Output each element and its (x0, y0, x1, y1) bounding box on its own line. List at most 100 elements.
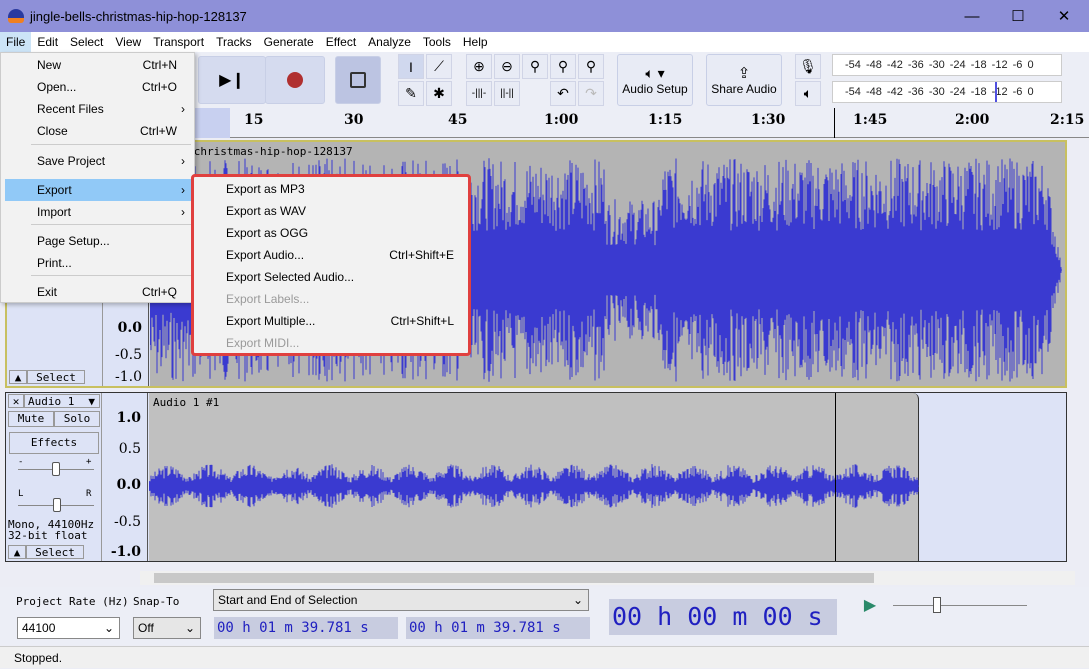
select-button[interactable]: Select (27, 370, 85, 384)
selection-mode-select[interactable]: Start and End of Selection ⌄ (213, 589, 589, 611)
project-rate-select[interactable]: 44100 ⌄ (17, 617, 120, 639)
scale-label: 1.0 (116, 410, 141, 426)
select-button[interactable]: Select (26, 545, 84, 559)
gain-slider-thumb[interactable] (52, 462, 60, 476)
fit-selection-button[interactable]: ⚲ (522, 54, 548, 79)
selection-start-time[interactable]: 00 h 01 m 39.781 s (214, 617, 398, 639)
solo-button[interactable]: Solo (54, 411, 100, 427)
menu-analyze[interactable]: Analyze (362, 32, 417, 52)
draw-tool-button[interactable]: ✎ (398, 81, 424, 106)
waveform-clip[interactable]: Audio 1 #1 (149, 393, 919, 561)
record-button[interactable] (265, 56, 325, 104)
playback-meter[interactable]: -54 -48 -42 -36 -30 -24 -18 -12 -6 0 (832, 81, 1062, 103)
audio-setup-label: Audio Setup (622, 81, 688, 96)
export-menu-item-export-as-wav[interactable]: Export as WAV (194, 200, 468, 222)
close-track-button[interactable]: ✕ (8, 394, 24, 408)
menu-item-label: New (37, 58, 62, 72)
play-at-speed-button[interactable]: ▶ (858, 593, 882, 617)
record-meter-button[interactable]: 🎙︎ (795, 54, 821, 79)
menu-item-label: Export Selected Audio... (226, 270, 355, 284)
maximize-button[interactable]: ☐ (995, 0, 1041, 32)
selection-end-time[interactable]: 00 h 01 m 39.781 s (406, 617, 590, 639)
record-icon (287, 72, 303, 88)
trim-button[interactable]: -|||- (466, 81, 492, 106)
ruler-tick-label: 1:15 (648, 112, 683, 128)
file-menu-item-open[interactable]: Open... Ctrl+O (5, 76, 191, 98)
scale-label: 0.5 (118, 441, 141, 457)
scrollbar-thumb[interactable] (154, 573, 874, 583)
menu-item-label: Export Labels... (226, 292, 310, 306)
file-menu-item-save-project[interactable]: Save Project › (5, 150, 191, 172)
file-menu-item-new[interactable]: New Ctrl+N (5, 54, 191, 76)
shortcut-label: Ctrl+W (140, 124, 177, 138)
menu-separator (31, 224, 191, 225)
file-menu-item-close[interactable]: Close Ctrl+W (5, 120, 191, 142)
file-menu-item-exit[interactable]: Exit Ctrl+Q (5, 281, 191, 303)
audio-setup-button[interactable]: 🔈︎ ▾ Audio Setup (617, 54, 693, 106)
menu-view[interactable]: View (109, 32, 147, 52)
track-2[interactable]: ✕ Audio 1 ▼ Mute Solo Effects - + L R Mon… (5, 392, 1067, 562)
fit-project-button[interactable]: ⚲ (550, 54, 576, 79)
selection-toolbar: Project Rate (Hz) Snap-To 44100 ⌄ Off ⌄ St… (0, 587, 1089, 645)
mute-button[interactable]: Mute (8, 411, 54, 427)
menu-item-label: Export as OGG (226, 226, 309, 240)
menu-transport[interactable]: Transport (147, 32, 210, 52)
export-menu-item-export-multiple[interactable]: Export Multiple... Ctrl+Shift+L (194, 310, 468, 332)
file-menu-item-export[interactable]: Export › (5, 179, 191, 201)
playback-meter-button[interactable]: 🔈︎ (795, 81, 821, 106)
silence-button[interactable]: ||-|| (494, 81, 520, 106)
play-speed-thumb[interactable] (933, 597, 941, 613)
zoom-toggle-button[interactable]: ⚲ (578, 54, 604, 79)
zoom-out-button[interactable]: ⊖ (494, 54, 520, 79)
close-button[interactable]: ✕ (1041, 0, 1087, 32)
file-menu-item-print[interactable]: Print... (5, 252, 191, 274)
file-menu-item-page-setup[interactable]: Page Setup... (5, 230, 191, 252)
scale-label: 0.0 (117, 320, 142, 336)
file-menu-item-recent-files[interactable]: Recent Files › (5, 98, 191, 120)
menu-separator (31, 275, 191, 276)
envelope-tool-button[interactable]: ⟋ (426, 54, 452, 79)
track-menu-button[interactable]: Audio 1 ▼ (24, 394, 100, 408)
horizontal-scrollbar[interactable] (140, 571, 1075, 585)
export-menu-item-export-as-mp3[interactable]: Export as MP3 (194, 178, 468, 200)
export-menu-item-export-as-ogg[interactable]: Export as OGG (194, 222, 468, 244)
snap-to-select[interactable]: Off ⌄ (133, 617, 201, 639)
collapse-button[interactable]: ▲ (9, 370, 27, 384)
pan-slider[interactable] (18, 498, 94, 512)
skip-end-button[interactable]: ▶❙ (198, 56, 266, 104)
export-menu-item-export-audio[interactable]: Export Audio... Ctrl+Shift+E (194, 244, 468, 266)
selection-tool-button[interactable]: I (398, 54, 424, 79)
audio-position-time[interactable]: 00 h 00 m 00 s (609, 599, 837, 635)
ruler-tick-label: 45 (448, 112, 468, 128)
track-name: Audio 1 (28, 395, 75, 408)
redo-button[interactable]: ↷ (578, 81, 604, 106)
zoom-in-button[interactable]: ⊕ (466, 54, 492, 79)
effects-button[interactable]: Effects (9, 432, 99, 454)
selection-end-value: 00 h 01 m 39.781 s (409, 620, 561, 636)
menu-file[interactable]: File (0, 32, 32, 52)
menu-tracks[interactable]: Tracks (210, 32, 258, 52)
undo-button[interactable]: ↶ (550, 81, 576, 106)
pan-slider-thumb[interactable] (53, 498, 61, 512)
selection-mode-value: Start and End of Selection (218, 593, 358, 607)
file-menu-item-import[interactable]: Import › (5, 201, 191, 223)
loop-button[interactable] (335, 56, 381, 104)
menu-select[interactable]: Select (64, 32, 109, 52)
multi-tool-button[interactable]: ✱ (426, 81, 452, 106)
minimize-button[interactable]: — (949, 0, 995, 32)
gain-slider[interactable] (18, 462, 94, 476)
menu-generate[interactable]: Generate (258, 32, 320, 52)
share-audio-button[interactable]: ⇪ Share Audio (706, 54, 782, 106)
menu-tools[interactable]: Tools (417, 32, 457, 52)
record-meter[interactable]: -54 -48 -42 -36 -30 -24 -18 -12 -6 0 (832, 54, 1062, 76)
scale-label: -0.5 (114, 514, 141, 530)
menu-edit[interactable]: Edit (31, 32, 64, 52)
play-speed-slider[interactable] (893, 597, 1027, 613)
scale-label: 0.0 (116, 477, 141, 493)
menu-effect[interactable]: Effect (320, 32, 362, 52)
menu-help[interactable]: Help (457, 32, 494, 52)
collapse-button[interactable]: ▲ (8, 545, 26, 559)
scale-label: -1.0 (110, 544, 141, 560)
export-menu-item-export-selected-audio[interactable]: Export Selected Audio... (194, 266, 468, 288)
silence-icon: ||-|| (500, 88, 514, 99)
